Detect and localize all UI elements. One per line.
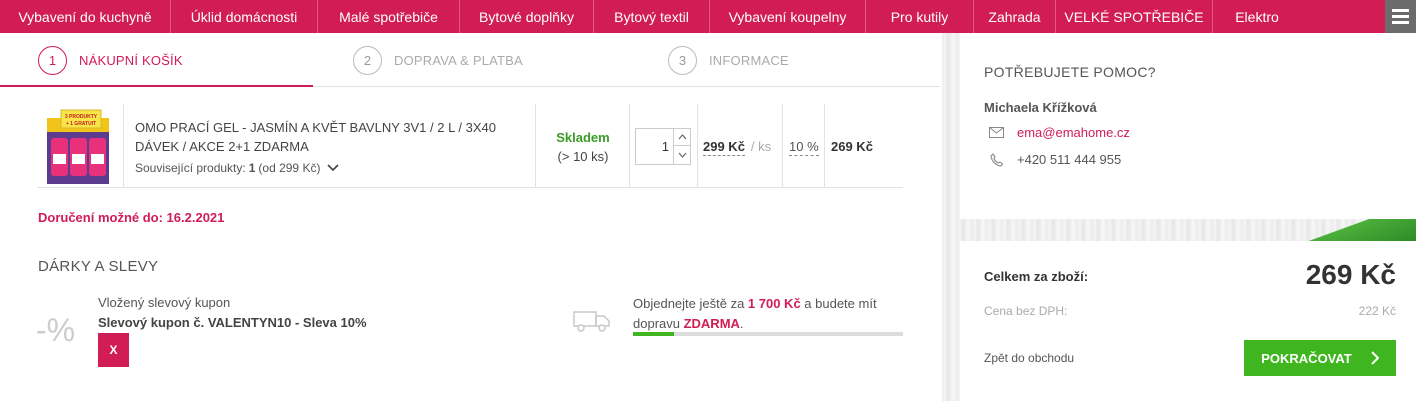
free-shipping-progress bbox=[633, 332, 903, 336]
sidebar: POTŘEBUJETE POMOC? Michaela Křížková ema… bbox=[942, 33, 1416, 401]
product-name[interactable]: OMO PRACÍ GEL - JASMÍN A KVĚT BAVLNY 3V1… bbox=[135, 118, 525, 156]
nav-item-electro[interactable]: Elektro bbox=[1213, 0, 1301, 33]
chevron-down-icon[interactable] bbox=[326, 163, 340, 173]
nav-item-garden[interactable]: Zahrada bbox=[974, 0, 1056, 33]
step-cart[interactable]: 1 NÁKUPNÍ KOŠÍK bbox=[38, 33, 183, 87]
chevron-right-icon bbox=[1371, 351, 1379, 365]
nav-item-cleaning[interactable]: Úklid domácnosti bbox=[171, 0, 318, 33]
help-phone-number: +420 511 444 955 bbox=[1017, 152, 1122, 167]
step-number: 1 bbox=[38, 45, 67, 75]
nav-item-textiles[interactable]: Bytový textil bbox=[594, 0, 710, 33]
unit-label: / ks bbox=[750, 139, 772, 154]
top-navigation: Vybavení do kuchyně Úklid domácnosti Mal… bbox=[0, 0, 1416, 33]
help-contact-name: Michaela Křížková bbox=[984, 100, 1097, 115]
checkout-steps: 1 NÁKUPNÍ KOŠÍK 2 DOPRAVA & PLATBA 3 INF… bbox=[0, 33, 940, 87]
step-label: DOPRAVA & PLATBA bbox=[394, 52, 523, 68]
stock-quantity: (> 10 ks) bbox=[557, 149, 609, 164]
discount-value: 10 % bbox=[789, 139, 819, 156]
related-count: 1 bbox=[248, 161, 256, 175]
svg-text:+ 1 GRATUIT: + 1 GRATUIT bbox=[66, 121, 96, 127]
truck-icon bbox=[573, 311, 610, 332]
phone-icon bbox=[988, 152, 1004, 167]
envelope-icon bbox=[988, 126, 1004, 140]
shipping-text-before: Objednejte ještě za bbox=[633, 296, 748, 311]
nav-item-diy[interactable]: Pro kutily bbox=[866, 0, 974, 33]
help-email[interactable]: ema@emahome.cz bbox=[988, 125, 1130, 140]
quantity-input[interactable] bbox=[636, 129, 673, 164]
help-title: POTŘEBUJETE POMOC? bbox=[984, 64, 1156, 80]
coupon-label: Vložený slevový kupon bbox=[98, 295, 231, 310]
coupon-value: Slevový kupon č. VALENTYN10 - Sleva 10% bbox=[98, 315, 367, 330]
step-number: 3 bbox=[668, 45, 697, 75]
nav-item-kitchen[interactable]: Vybavení do kuchyně bbox=[0, 0, 171, 33]
nav-item-home-accessories[interactable]: Bytové doplňky bbox=[460, 0, 594, 33]
decorative-leaf bbox=[1296, 219, 1416, 241]
free-shipping-message: Objednejte ještě za 1 700 Kč a budete mí… bbox=[633, 294, 913, 334]
gifts-title: DÁRKY A SLEVY bbox=[38, 258, 159, 275]
shipping-free-label: ZDARMA bbox=[683, 316, 740, 331]
percent-icon: -% bbox=[36, 312, 76, 348]
item-total: 269 Kč bbox=[831, 139, 873, 154]
shipping-remaining-amount: 1 700 Kč bbox=[747, 296, 801, 311]
nav-item-large-appliances[interactable]: VELKÉ SPOTŘEBIČE bbox=[1056, 0, 1213, 33]
continue-button[interactable]: POKRAČOVAT bbox=[1244, 340, 1396, 376]
delivery-date: Doručení možné do: 16.2.2021 bbox=[38, 210, 225, 225]
free-shipping-progress-fill bbox=[633, 332, 674, 336]
related-products[interactable]: Související produkty: 1 (od 299 Kč) bbox=[135, 161, 340, 175]
total-label: Celkem za zboží: bbox=[984, 269, 1089, 284]
help-card: POTŘEBUJETE POMOC? Michaela Křížková ema… bbox=[960, 33, 1416, 219]
back-to-shop-link[interactable]: Zpět do obchodu bbox=[984, 351, 1074, 365]
step-information[interactable]: 3 INFORMACE bbox=[668, 33, 789, 87]
unit-price: 299 Kč / ks bbox=[703, 139, 771, 156]
chevron-up-icon[interactable] bbox=[674, 129, 690, 146]
step-label: NÁKUPNÍ KOŠÍK bbox=[79, 52, 183, 68]
step-number: 2 bbox=[353, 45, 382, 75]
hamburger-icon[interactable] bbox=[1385, 0, 1416, 33]
stock-label: Skladem bbox=[556, 130, 610, 145]
quantity-stepper[interactable] bbox=[635, 128, 691, 165]
step-shipping-payment[interactable]: 2 DOPRAVA & PLATBA bbox=[353, 33, 523, 87]
remove-coupon-button[interactable]: X bbox=[98, 333, 129, 367]
chevron-down-icon[interactable] bbox=[674, 146, 690, 163]
svg-text:3 PRODUKTY: 3 PRODUKTY bbox=[65, 114, 98, 120]
related-label: Související produkty: bbox=[135, 161, 246, 175]
help-phone: +420 511 444 955 bbox=[988, 152, 1121, 167]
cart-item-row: 3 PRODUKTY + 1 GRATUIT OMO PRACÍ GEL - J… bbox=[37, 104, 903, 188]
step-label: INFORMACE bbox=[709, 52, 789, 68]
nav-item-bathroom[interactable]: Vybavení koupelny bbox=[710, 0, 866, 33]
shipping-text-after: . bbox=[739, 316, 744, 331]
total-value: 269 Kč bbox=[1305, 259, 1396, 290]
vat-value: 222 Kč bbox=[1358, 304, 1396, 318]
help-email-link[interactable]: ema@emahome.cz bbox=[1017, 125, 1130, 140]
related-price: (od 299 Kč) bbox=[258, 161, 321, 175]
product-image[interactable]: 3 PRODUKTY + 1 GRATUIT bbox=[41, 108, 115, 186]
stock-status: Skladem (> 10 ks) bbox=[535, 128, 631, 166]
active-step-underline bbox=[0, 85, 313, 87]
vat-label: Cena bez DPH: bbox=[984, 304, 1068, 318]
unit-price-value: 299 Kč bbox=[703, 139, 745, 156]
order-summary: Celkem za zboží: 269 Kč Cena bez DPH: 22… bbox=[960, 241, 1416, 401]
nav-item-small-appliances[interactable]: Malé spotřebiče bbox=[318, 0, 460, 33]
continue-label: POKRAČOVAT bbox=[1261, 350, 1352, 366]
